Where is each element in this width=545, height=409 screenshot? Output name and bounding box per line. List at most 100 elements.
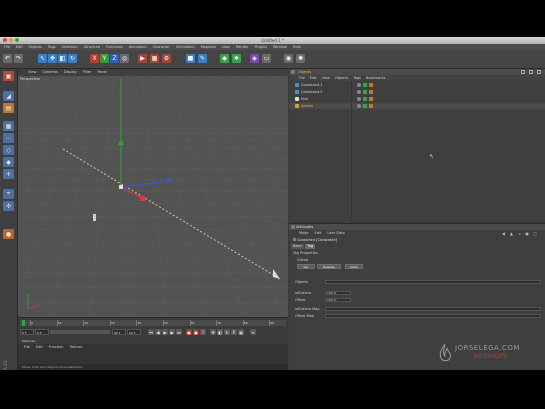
object-menu-view[interactable]: View <box>322 75 330 81</box>
subdivision-icon[interactable]: ◆ <box>220 54 229 63</box>
attribute-menu-user-data[interactable]: User Data <box>327 230 344 236</box>
set-button[interactable]: Set <box>297 264 315 269</box>
visibility-dot-icon[interactable] <box>357 97 361 101</box>
enabled-check-icon[interactable] <box>363 90 367 94</box>
constraint-tag-icon[interactable] <box>369 90 373 94</box>
snap-icon[interactable]: ✣ <box>3 201 14 211</box>
current-frame-field[interactable]: 0 F <box>35 329 49 335</box>
constraint-tag-icon[interactable] <box>369 104 373 108</box>
enabled-check-icon[interactable] <box>363 97 367 101</box>
attribute-field[interactable]: 100 % <box>325 298 351 302</box>
points-mode-icon[interactable]: ⋯ <box>3 133 14 143</box>
viewport-menu-cameras[interactable]: Cameras <box>42 69 58 76</box>
panel-grip-icon[interactable] <box>291 70 295 74</box>
goto-end-icon[interactable]: ⏭ <box>176 329 182 335</box>
goto-start-icon[interactable]: ⏮ <box>148 329 154 335</box>
texture-mode-icon[interactable]: ▤ <box>3 103 14 113</box>
start-frame-field[interactable]: 0 F <box>20 329 34 335</box>
world-coords-icon[interactable]: ◎ <box>120 54 129 63</box>
render-settings-icon[interactable]: ⚙ <box>162 54 171 63</box>
object-name[interactable]: Constraint.2 <box>301 89 323 95</box>
viewport-menu-panel[interactable]: Panel <box>97 69 106 76</box>
object-row[interactable]: Constraint.2 <box>289 89 545 95</box>
object-menu-objects[interactable]: Objects <box>335 75 348 81</box>
playhead[interactable] <box>22 320 25 326</box>
workplane-icon[interactable]: ▦ <box>3 121 14 131</box>
preview-end-field[interactable]: 90 F <box>127 329 141 335</box>
cube-icon[interactable]: ■ <box>186 54 195 63</box>
camera-icon[interactable]: ◉ <box>284 54 293 63</box>
sculpt-icon[interactable]: ● <box>3 229 14 239</box>
axis-mode-icon[interactable]: ✛ <box>3 169 14 179</box>
scale-icon[interactable]: ◧ <box>58 54 67 63</box>
visibility-dot-icon[interactable] <box>357 90 361 94</box>
y-axis-icon[interactable]: Y <box>100 54 109 63</box>
model-mode-icon[interactable]: ◢ <box>3 91 14 101</box>
make-editable-icon[interactable]: ▣ <box>3 71 14 81</box>
attribute-menu-edit[interactable]: Edit <box>315 230 322 236</box>
lock-icon[interactable] <box>537 70 541 74</box>
enabled-check-icon[interactable] <box>363 104 367 108</box>
key-scale-icon[interactable]: ◧ <box>217 329 223 335</box>
timeline-ruler[interactable]: 0 10 20 30 40 50 60 70 80 90 <box>20 320 286 326</box>
new-window-icon[interactable]: ▢ <box>533 231 537 236</box>
play-icon[interactable]: ▶ <box>162 329 168 335</box>
enabled-check-icon[interactable] <box>363 83 367 87</box>
pen-icon[interactable]: ✎ <box>198 54 207 63</box>
viewport-scene[interactable] <box>18 69 288 317</box>
range-slider[interactable] <box>50 330 110 334</box>
key-rotation-icon[interactable]: ↻ <box>224 329 230 335</box>
material-menu-file[interactable]: File <box>24 344 30 350</box>
attribute-field[interactable] <box>325 307 541 311</box>
object-name[interactable]: Constraint.1 <box>301 82 323 88</box>
perspective-viewport[interactable]: View Cameras Display Filter Panel Perspectiv… <box>18 69 288 317</box>
rotate-icon[interactable]: ↻ <box>68 54 77 63</box>
end-frame-field[interactable]: 90 F <box>112 329 126 335</box>
object-row[interactable]: Null <box>289 96 545 102</box>
array-icon[interactable]: ❖ <box>232 54 241 63</box>
pivot-point[interactable] <box>119 185 123 189</box>
visibility-dot-icon[interactable] <box>357 83 361 87</box>
object-name[interactable]: Sphere <box>301 103 313 109</box>
polygons-mode-icon[interactable]: ◆ <box>3 157 14 167</box>
deformer-icon[interactable]: ◈ <box>250 54 259 63</box>
floor-icon[interactable]: ▭ <box>262 54 271 63</box>
material-menu-function[interactable]: Function <box>49 344 64 350</box>
object-menu-tags[interactable]: Tags <box>353 75 361 81</box>
key-position-icon[interactable]: ✥ <box>210 329 216 335</box>
back-arrow-icon[interactable]: ◀ <box>502 231 505 236</box>
object-menu-file[interactable]: File <box>299 75 305 81</box>
object-row[interactable]: Sphere <box>289 103 545 109</box>
material-menu-edit[interactable]: Edit <box>36 344 43 350</box>
edges-mode-icon[interactable]: ◇ <box>3 145 14 155</box>
move-icon[interactable]: ✥ <box>48 54 57 63</box>
autokey-icon[interactable]: ● <box>193 329 199 335</box>
key-param-icon[interactable]: P <box>231 329 237 335</box>
tab-tag[interactable]: Tag <box>305 244 316 249</box>
light-icon[interactable]: ✺ <box>296 54 305 63</box>
next-frame-icon[interactable]: ▶ <box>169 329 175 335</box>
clear-button[interactable]: Clear <box>345 264 363 269</box>
x-axis-icon[interactable]: X <box>90 54 99 63</box>
constraint-tag-icon[interactable] <box>369 83 373 87</box>
undo-icon[interactable]: ↶ <box>3 54 12 63</box>
z-axis-icon[interactable]: Z <box>110 54 119 63</box>
release-button[interactable]: Release <box>317 264 341 269</box>
redo-icon[interactable]: ↷ <box>14 54 23 63</box>
live-selection-icon[interactable]: ↖ <box>38 54 47 63</box>
lock-icon[interactable]: ▣ <box>525 231 529 236</box>
tab-basic[interactable]: Basic <box>291 244 305 249</box>
panel-grip-icon[interactable] <box>291 225 295 229</box>
record-icon[interactable]: ● <box>186 329 192 335</box>
constraint-tag-icon[interactable] <box>369 97 373 101</box>
new-window-icon[interactable] <box>529 70 533 74</box>
viewport-menu-filter[interactable]: Filter <box>83 69 92 76</box>
material-menu-texture[interactable]: Texture <box>70 344 83 350</box>
viewport-menu-display[interactable]: Display <box>64 69 77 76</box>
up-arrow-icon[interactable]: ▲ <box>510 231 513 236</box>
render-view-icon[interactable]: ▶ <box>138 54 147 63</box>
tweak-mode-icon[interactable]: ⌖ <box>3 189 14 199</box>
visibility-dot-icon[interactable] <box>357 104 361 108</box>
search-icon[interactable] <box>521 70 525 74</box>
object-menu-edit[interactable]: Edit <box>310 75 317 81</box>
